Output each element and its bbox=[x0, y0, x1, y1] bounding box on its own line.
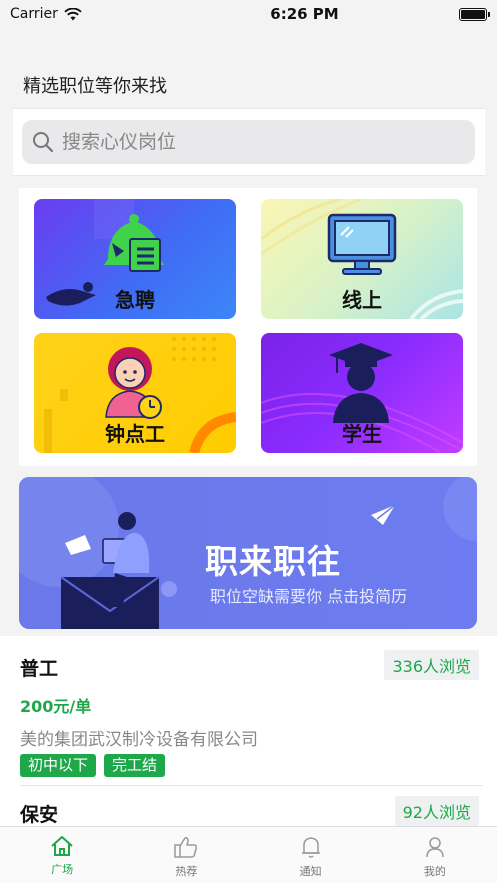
tab-label: 广场 bbox=[51, 863, 74, 876]
category-hourly[interactable]: 钟点工 bbox=[34, 333, 236, 453]
job-tags: 初中以下 完工结 bbox=[20, 754, 166, 777]
banner-subtitle: 职位空缺需要你 点击投简历 bbox=[210, 587, 408, 606]
battery-icon bbox=[459, 7, 490, 21]
job-title: 普工 bbox=[20, 658, 59, 680]
wifi-icon bbox=[64, 7, 82, 20]
tab-label: 热荐 bbox=[175, 865, 198, 878]
job-tag: 完工结 bbox=[104, 754, 166, 777]
job-card[interactable]: 普工 336人浏览 200元/单 美的集团武汉制冷设备有限公司 初中以下 完工结 bbox=[20, 636, 483, 786]
category-online[interactable]: 线上 bbox=[261, 199, 463, 319]
tab-label: 我的 bbox=[423, 865, 446, 878]
job-tag: 初中以下 bbox=[20, 754, 97, 777]
carrier-label: Carrier bbox=[10, 6, 58, 22]
search-section bbox=[13, 108, 485, 176]
tab-square[interactable]: 广场 bbox=[0, 827, 124, 883]
category-label: 线上 bbox=[342, 288, 382, 312]
category-label: 急聘 bbox=[115, 288, 155, 312]
home-icon bbox=[51, 836, 73, 856]
search-bar[interactable] bbox=[22, 120, 475, 164]
job-list: 普工 336人浏览 200元/单 美的集团武汉制冷设备有限公司 初中以下 完工结… bbox=[0, 636, 497, 826]
tab-notice[interactable]: 通知 bbox=[249, 827, 373, 883]
thumbs-up-icon bbox=[174, 837, 198, 858]
status-bar: Carrier 6:26 PM bbox=[0, 0, 497, 28]
category-label: 钟点工 bbox=[105, 422, 165, 446]
views-badge: 92人浏览 bbox=[394, 796, 479, 826]
views-badge: 336人浏览 bbox=[384, 650, 479, 680]
status-time: 6:26 PM bbox=[270, 5, 339, 23]
tab-mine[interactable]: 我的 bbox=[373, 827, 497, 883]
job-title: 保安 bbox=[20, 804, 59, 826]
search-input[interactable] bbox=[62, 131, 442, 153]
promo-banner[interactable]: 职来职往 职位空缺需要你 点击投简历 bbox=[19, 477, 477, 629]
job-company: 美的集团武汉制冷设备有限公司 bbox=[20, 730, 258, 750]
search-icon bbox=[33, 132, 54, 153]
page-title: 精选职位等你来找 bbox=[23, 76, 167, 97]
category-label: 学生 bbox=[342, 422, 382, 446]
job-card[interactable]: 保安 92人浏览 bbox=[20, 786, 483, 826]
job-salary: 200元/单 bbox=[20, 697, 92, 716]
category-student[interactable]: 学生 bbox=[261, 333, 463, 453]
status-left: Carrier bbox=[10, 6, 170, 22]
bell-icon bbox=[301, 837, 320, 858]
tab-recommend[interactable]: 热荐 bbox=[124, 827, 248, 883]
tab-bar: 广场 热荐 通知 我的 bbox=[0, 826, 497, 883]
user-icon bbox=[426, 837, 444, 858]
category-urgent[interactable]: 急聘 bbox=[34, 199, 236, 319]
banner-title: 职来职往 bbox=[205, 542, 341, 581]
category-grid: 急聘 线上 钟点工 学生 bbox=[19, 188, 477, 466]
tab-label: 通知 bbox=[299, 865, 322, 878]
